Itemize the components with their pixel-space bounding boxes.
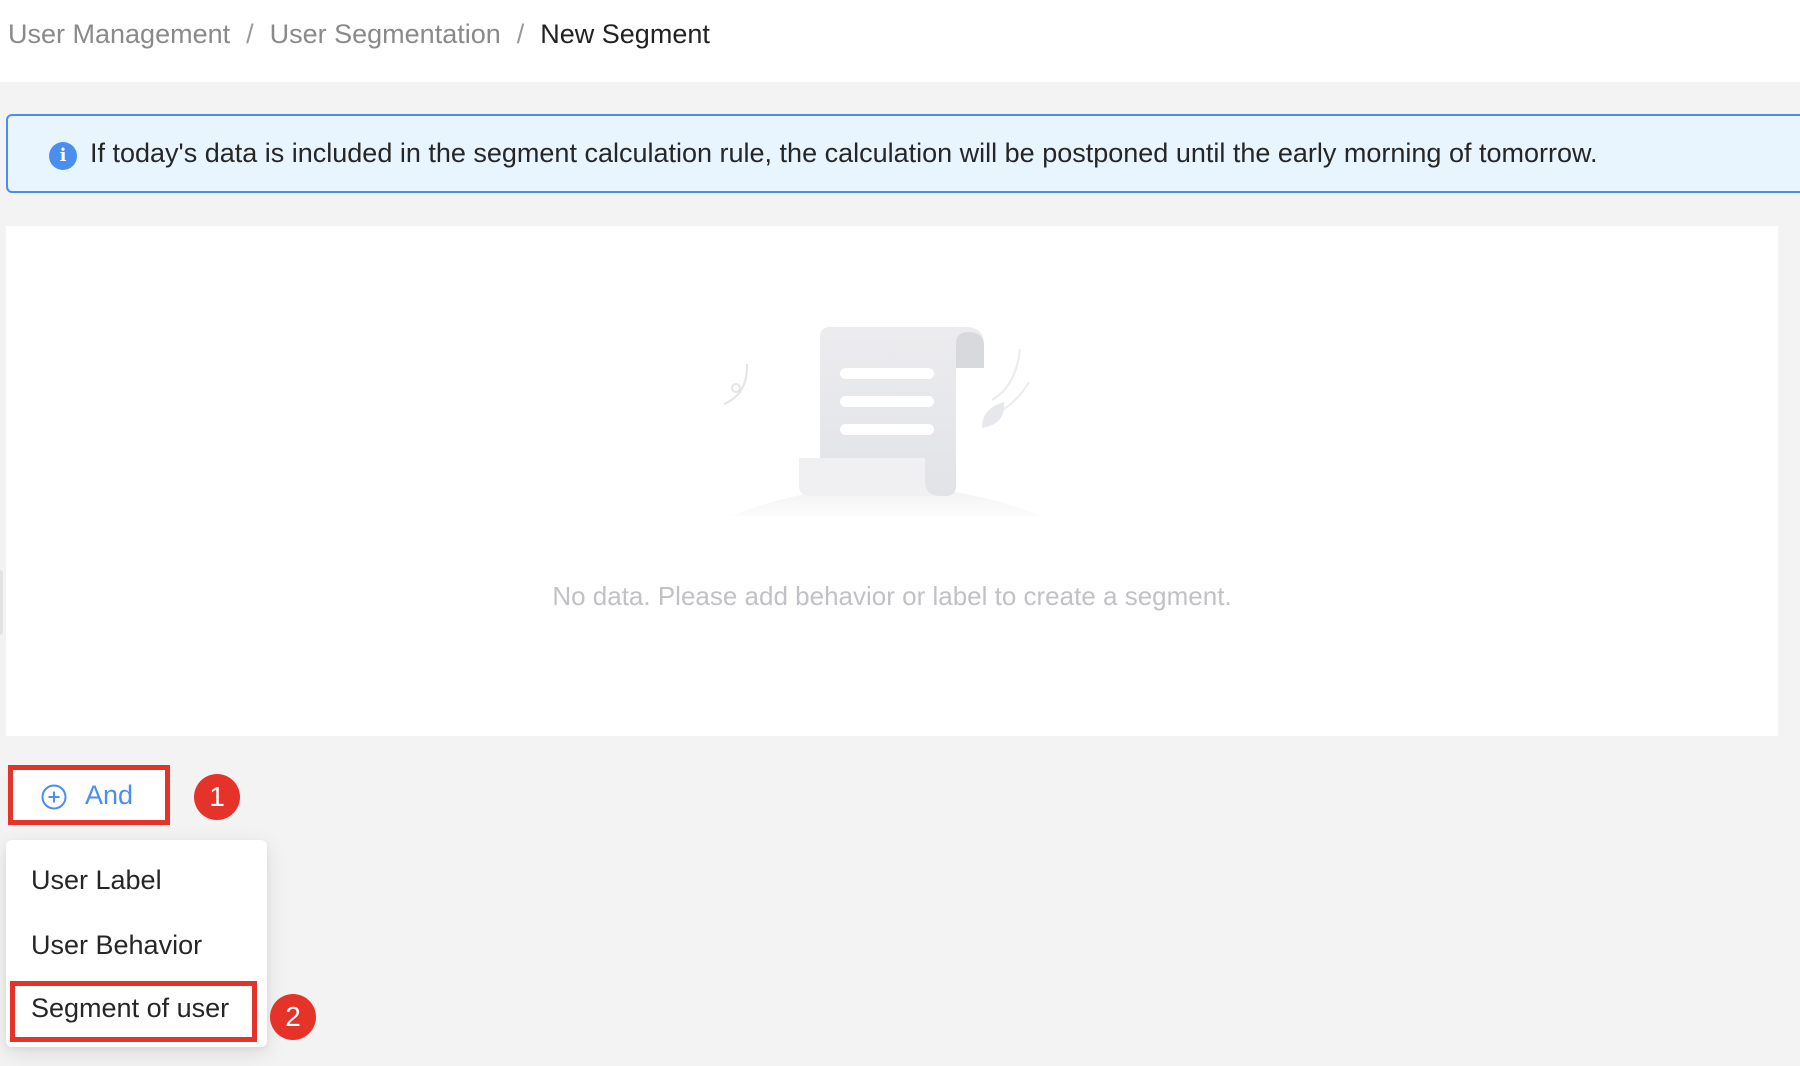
alert-message: If today's data is included in the segme…	[90, 138, 1598, 168]
breadcrumb-user-segmentation[interactable]: User Segmentation	[270, 19, 501, 50]
dropdown-item-user-behavior[interactable]: User Behavior	[6, 914, 267, 976]
breadcrumb-current-page: New Segment	[540, 18, 710, 49]
plus-circle-icon	[41, 784, 67, 810]
breadcrumb-user-management[interactable]: User Management	[8, 19, 230, 50]
page-header: User Management / User Segmentation / Ne…	[0, 0, 1800, 82]
breadcrumb-separator: /	[516, 18, 525, 49]
condition-type-dropdown: User Label User Behavior Segment of user	[6, 840, 267, 1047]
info-icon: i	[49, 142, 77, 170]
empty-state-message: No data. Please add behavior or label to…	[552, 581, 1232, 611]
info-alert: i If today's data is included in the seg…	[6, 114, 1800, 193]
sidebar-collapse-handle[interactable]	[0, 570, 3, 635]
breadcrumb: User Management / User Segmentation / Ne…	[8, 16, 710, 52]
annotation-step-badge: 2	[270, 994, 316, 1040]
segment-rules-panel: No data. Please add behavior or label to…	[6, 226, 1778, 736]
breadcrumb-separator: /	[246, 18, 254, 49]
empty-scroll-illustration	[723, 327, 1042, 516]
dropdown-item-segment-of-user[interactable]: Segment of user	[6, 977, 267, 1039]
add-and-label: And	[85, 780, 134, 810]
add-and-condition-button[interactable]: And	[10, 767, 167, 824]
dropdown-item-user-label[interactable]: User Label	[6, 849, 267, 911]
annotation-step-badge: 1	[194, 774, 240, 820]
